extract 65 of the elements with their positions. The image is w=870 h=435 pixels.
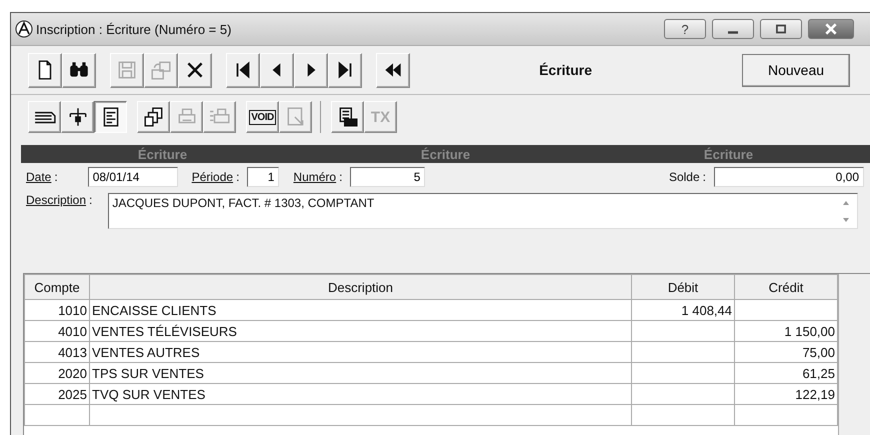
- pages-icon: [142, 106, 164, 128]
- copy-icon: [150, 59, 172, 81]
- table-cell: VENTES TÉLÉVISEURS: [90, 320, 632, 342]
- last-button[interactable]: [328, 52, 362, 88]
- column-header[interactable]: Description: [90, 274, 632, 300]
- table-cell: 1 150,00: [734, 320, 838, 342]
- column-header[interactable]: Crédit: [734, 274, 838, 300]
- section-label: Écriture: [704, 146, 754, 162]
- table-cell: 2025: [24, 384, 90, 404]
- new-button[interactable]: [28, 52, 62, 88]
- colon-label: :: [89, 193, 92, 207]
- table-cell: 4010: [24, 320, 90, 342]
- colon-label: :: [236, 170, 240, 184]
- previous-button[interactable]: [260, 52, 294, 88]
- save-icon: [116, 59, 138, 81]
- number-label: Numéro: [293, 170, 336, 184]
- back-button[interactable]: [376, 52, 410, 88]
- column-header[interactable]: Compte: [24, 274, 90, 300]
- delete-button[interactable]: [178, 52, 212, 88]
- help-button[interactable]: ?: [664, 19, 706, 39]
- table-cell: 75,00: [734, 342, 838, 362]
- close-button[interactable]: [808, 19, 854, 39]
- table-cell: 4013: [24, 342, 90, 362]
- balance-label: Solde: [668, 170, 700, 184]
- date-label: Date: [26, 170, 52, 184]
- table-cell: ENCAISSE CLIENTS: [90, 300, 632, 320]
- table-cell: 61,25: [734, 362, 838, 384]
- close-icon: [824, 23, 838, 35]
- table-cell: 1 408,44: [632, 300, 734, 320]
- period-field[interactable]: 1: [247, 167, 280, 187]
- table-cell: TVQ SUR VENTES: [90, 384, 632, 404]
- document-button[interactable]: [94, 101, 127, 133]
- period-label: Période: [192, 170, 234, 184]
- table-cell: 2020: [24, 362, 90, 384]
- colon-label: :: [702, 170, 706, 184]
- maximize-icon: [774, 23, 788, 35]
- window-title: Inscription : Écriture (Numéro = 5): [36, 22, 232, 36]
- scroll-down-icon[interactable]: [841, 216, 851, 224]
- toolbar-button[interactable]: VOID: [246, 101, 279, 133]
- table-cell: TPS SUR VENTES: [90, 362, 632, 384]
- date-field[interactable]: 08/01/14: [88, 167, 178, 187]
- section-label: Écriture: [420, 146, 470, 162]
- minimize-button[interactable]: [712, 19, 754, 39]
- table-cell: 1010: [24, 300, 90, 320]
- app-icon: [15, 20, 33, 38]
- new-button[interactable]: Nouveau: [742, 54, 850, 86]
- pages-button[interactable]: [137, 101, 170, 133]
- number-field[interactable]: 5: [350, 167, 426, 187]
- minimize-icon: [728, 30, 738, 34]
- first-button[interactable]: [226, 52, 260, 88]
- section-label: Écriture: [138, 146, 188, 162]
- colon-label: :: [54, 170, 58, 184]
- scroll-up-icon[interactable]: [841, 198, 851, 206]
- column-header[interactable]: Débit: [632, 274, 734, 300]
- colon-label: :: [339, 170, 342, 184]
- table-cell: VENTES AUTRES: [90, 342, 632, 362]
- lines-button[interactable]: [28, 101, 61, 133]
- balance-field[interactable]: 0,00: [714, 167, 864, 187]
- table-cell: 122,19: [734, 384, 838, 404]
- find-button[interactable]: [62, 52, 96, 88]
- description-field[interactable]: JACQUES DUPONT, FACT. # 1303, COMPTANT: [108, 193, 858, 229]
- form-title: Écriture: [539, 62, 592, 78]
- next-button[interactable]: [294, 52, 328, 88]
- description-label: Description: [26, 193, 86, 207]
- maximize-button[interactable]: [760, 19, 802, 39]
